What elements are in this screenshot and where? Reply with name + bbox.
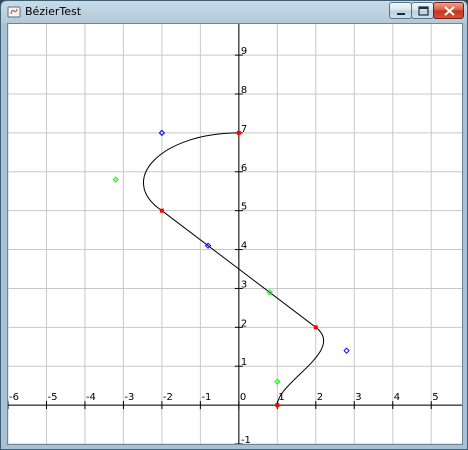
y-tick-label: 9 bbox=[241, 46, 247, 57]
x-tick-label: 4 bbox=[394, 392, 400, 403]
x-tick-label: -2 bbox=[163, 392, 173, 403]
anchor-point-3 bbox=[313, 325, 318, 330]
maximize-button[interactable] bbox=[411, 2, 434, 19]
y-tick-label: 8 bbox=[241, 85, 247, 96]
y-tick-label: 5 bbox=[241, 202, 247, 213]
anchor-point-4 bbox=[275, 403, 280, 408]
x-tick-label: 3 bbox=[355, 392, 361, 403]
y-tick-label: -1 bbox=[241, 435, 251, 444]
window-title: BézierTest bbox=[25, 5, 82, 18]
control-1-point-3 bbox=[343, 347, 350, 354]
y-tick-label: 3 bbox=[241, 279, 247, 290]
minimize-icon bbox=[397, 13, 405, 15]
title-bar[interactable]: BézierTest bbox=[1, 1, 467, 23]
bezier-canvas[interactable]: -6 -5 -4 -3 -2 -1 0 1 2 3 4 5 -1 1 2 3 4 5 6 7 8 9 bbox=[7, 23, 463, 445]
java-app-icon bbox=[7, 6, 21, 18]
maximize-icon bbox=[418, 6, 429, 16]
close-icon bbox=[444, 6, 455, 16]
app-window: BézierTest -6 -5 -4 -3 -2 -1 0 1 2 3 4 5 -1 1 2 3 4 5 6 7 8 9 bbox=[0, 0, 468, 450]
y-tick-label: 6 bbox=[241, 163, 247, 174]
anchor-point-1 bbox=[236, 130, 241, 135]
axis-layer: -6 -5 -4 -3 -2 -1 0 1 2 3 4 5-1123456789 bbox=[8, 24, 462, 444]
x-tick-label: -5 bbox=[47, 392, 57, 403]
anchor-point-2 bbox=[159, 208, 164, 213]
control-2-point-1 bbox=[112, 176, 119, 183]
grid-layer bbox=[8, 24, 462, 444]
y-tick-label: 4 bbox=[241, 241, 247, 252]
minimize-button[interactable] bbox=[389, 2, 412, 19]
x-tick-label: -1 bbox=[201, 392, 211, 403]
y-tick-label: 1 bbox=[241, 357, 247, 368]
y-tick-label: 2 bbox=[241, 318, 247, 329]
x-tick-label: -3 bbox=[124, 392, 134, 403]
x-tick-label: -6 bbox=[9, 392, 19, 403]
x-tick-label: -4 bbox=[86, 392, 96, 403]
curve-layer bbox=[142, 132, 325, 406]
y-tick-label: 7 bbox=[241, 124, 247, 135]
x-tick-label: 0 bbox=[240, 392, 246, 403]
x-tick-label: 2 bbox=[317, 392, 323, 403]
x-tick-label: 5 bbox=[432, 392, 438, 403]
close-button[interactable] bbox=[433, 2, 464, 19]
bezier-plot: -6 -5 -4 -3 -2 -1 0 1 2 3 4 5-1123456789 bbox=[8, 24, 462, 444]
